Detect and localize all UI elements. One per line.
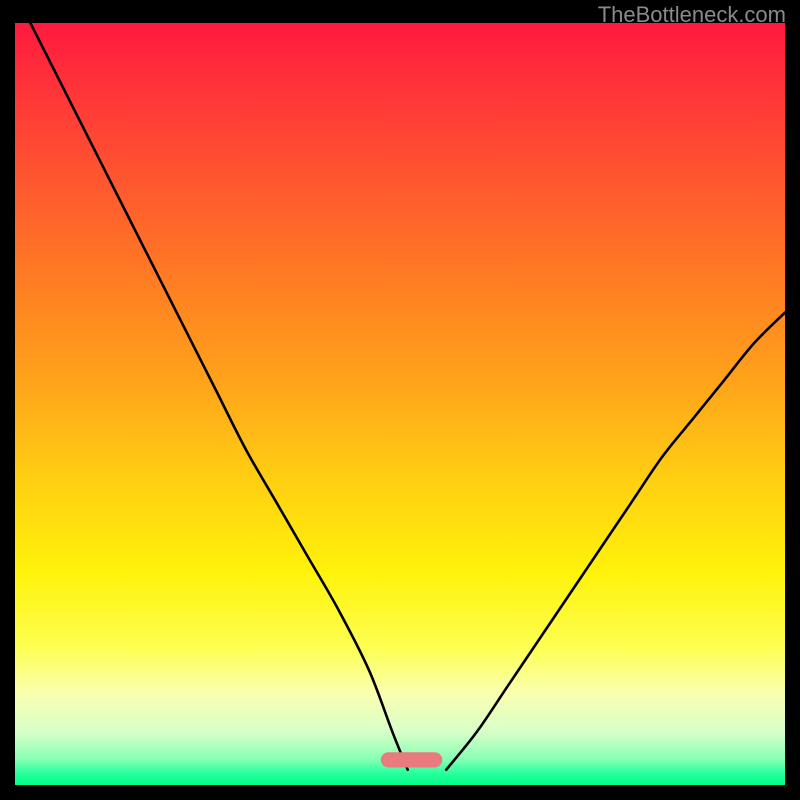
optimal-marker (381, 752, 443, 767)
chart-background-gradient (15, 23, 785, 785)
chart-frame (15, 23, 785, 785)
bottleneck-chart (15, 23, 785, 785)
watermark-text: TheBottleneck.com (598, 2, 786, 28)
